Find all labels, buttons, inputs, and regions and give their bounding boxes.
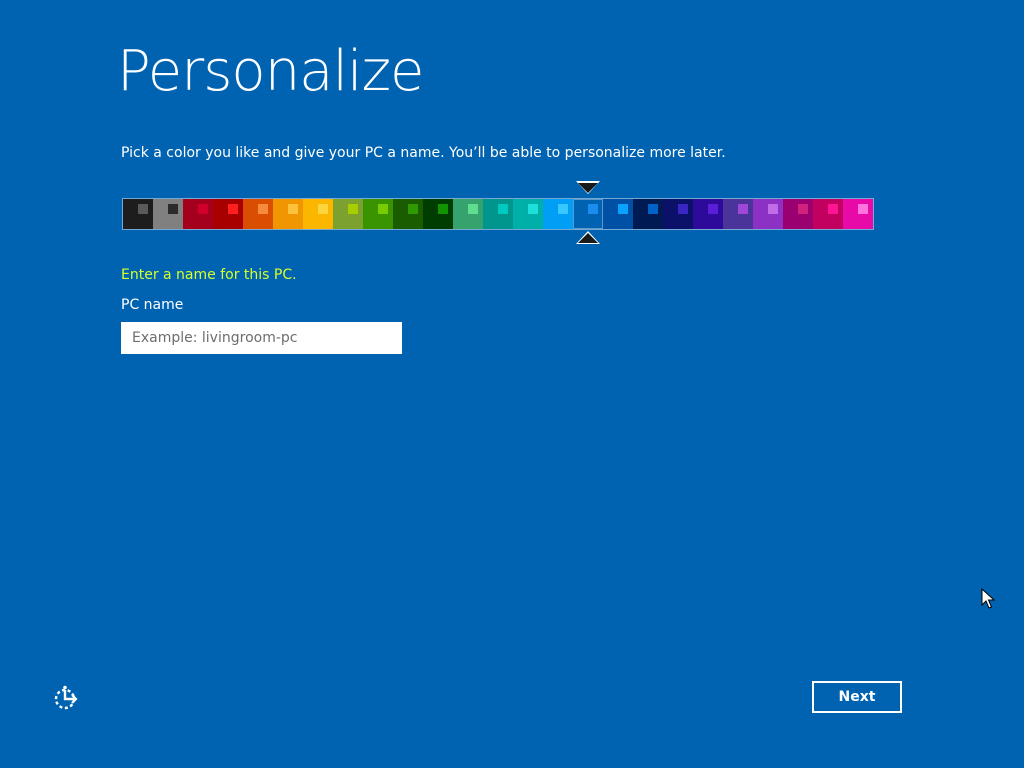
mouse-pointer-icon: [981, 588, 995, 609]
page-subtitle: Pick a color you like and give your PC a…: [121, 145, 726, 161]
color-swatch-chip: [138, 204, 148, 214]
color-swatch-chip: [198, 204, 208, 214]
color-swatch-chip: [528, 204, 538, 214]
color-swatch[interactable]: [123, 199, 153, 229]
color-swatch[interactable]: [783, 199, 813, 229]
color-swatch-chip: [618, 204, 628, 214]
color-swatch[interactable]: [573, 199, 603, 229]
color-swatch-chip: [678, 204, 688, 214]
color-swatch-chip: [768, 204, 778, 214]
color-swatch[interactable]: [633, 199, 663, 229]
color-swatch[interactable]: [603, 199, 633, 229]
color-swatch[interactable]: [723, 199, 753, 229]
color-swatch[interactable]: [153, 199, 183, 229]
color-swatch-chip: [498, 204, 508, 214]
color-swatch[interactable]: [333, 199, 363, 229]
color-swatch[interactable]: [363, 199, 393, 229]
color-swatch[interactable]: [453, 199, 483, 229]
personalize-screen: Personalize Pick a color you like and gi…: [0, 0, 1024, 768]
color-swatch[interactable]: [663, 199, 693, 229]
color-swatch-chip: [708, 204, 718, 214]
next-button[interactable]: Next: [812, 681, 902, 713]
color-swatch-chip: [468, 204, 478, 214]
color-swatch[interactable]: [213, 199, 243, 229]
selection-marker-bottom-icon: [578, 233, 598, 243]
color-swatch-chip: [408, 204, 418, 214]
pc-name-input[interactable]: [121, 322, 402, 354]
color-swatch-chip: [648, 204, 658, 214]
pc-name-label: PC name: [121, 297, 184, 313]
color-swatch[interactable]: [693, 199, 723, 229]
color-swatch[interactable]: [423, 199, 453, 229]
color-swatch-chip: [438, 204, 448, 214]
color-swatch-chip: [378, 204, 388, 214]
color-swatch[interactable]: [753, 199, 783, 229]
color-swatch-chip: [288, 204, 298, 214]
name-prompt: Enter a name for this PC.: [121, 267, 297, 283]
color-swatch-chip: [738, 204, 748, 214]
color-swatch-chip: [228, 204, 238, 214]
color-picker: [122, 198, 874, 230]
color-swatch-chip: [558, 204, 568, 214]
color-swatch[interactable]: [273, 199, 303, 229]
color-swatch[interactable]: [243, 199, 273, 229]
color-swatch[interactable]: [843, 199, 873, 229]
color-swatch[interactable]: [813, 199, 843, 229]
color-swatch-chip: [348, 204, 358, 214]
ease-of-access-icon[interactable]: [52, 684, 80, 712]
color-swatch[interactable]: [543, 199, 573, 229]
color-swatch-chip: [258, 204, 268, 214]
color-swatch-chip: [828, 204, 838, 214]
selection-marker-top-icon: [578, 183, 598, 193]
color-swatch[interactable]: [303, 199, 333, 229]
color-swatch[interactable]: [393, 199, 423, 229]
color-swatch-chip: [168, 204, 178, 214]
color-swatch[interactable]: [513, 199, 543, 229]
page-title: Personalize: [117, 39, 424, 104]
color-swatch-chip: [588, 204, 598, 214]
color-swatch-chip: [318, 204, 328, 214]
color-swatch[interactable]: [183, 199, 213, 229]
color-swatch-chip: [798, 204, 808, 214]
color-swatch-chip: [858, 204, 868, 214]
color-swatch[interactable]: [483, 199, 513, 229]
